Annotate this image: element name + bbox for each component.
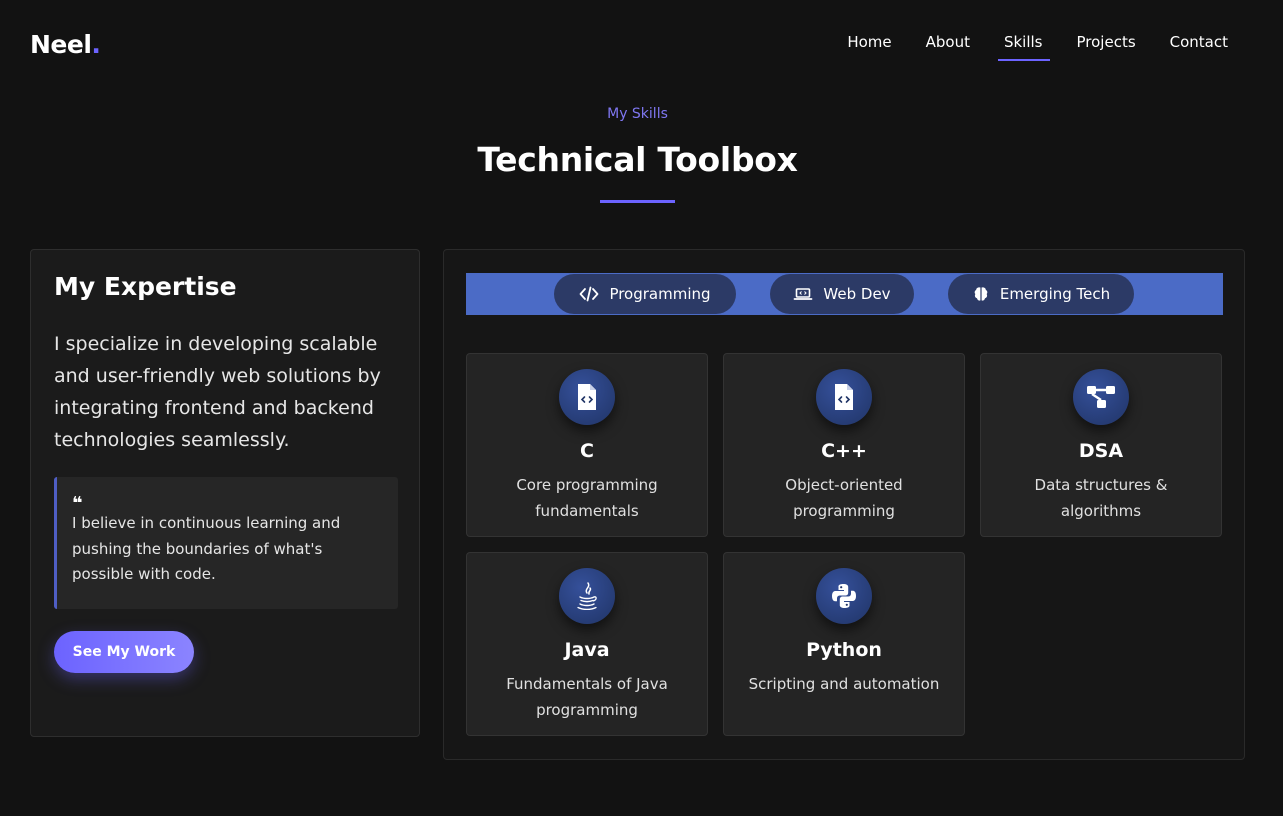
nav-skills[interactable]: Skills <box>998 33 1049 61</box>
skill-name: Java <box>564 639 610 661</box>
skill-description: Scripting and automation <box>748 675 940 693</box>
skill-card-python[interactable]: Python Scripting and automation <box>723 552 965 736</box>
tab-web-dev[interactable]: Web Dev <box>770 274 914 314</box>
skill-name: DSA <box>1078 440 1124 462</box>
brand-dot: . <box>91 30 101 59</box>
skills-tab-bar: Programming Web Dev Emerging Tech <box>466 273 1223 315</box>
expertise-card: My Expertise I specialize in developing … <box>30 249 420 737</box>
java-icon <box>559 568 615 624</box>
skill-card-cpp[interactable]: C++ Object-oriented programming <box>723 353 965 537</box>
section-eyebrow: My Skills <box>607 106 668 122</box>
nav-about[interactable]: About <box>926 33 970 59</box>
nav-home[interactable]: Home <box>847 33 891 59</box>
tab-programming[interactable]: Programming <box>554 274 736 314</box>
skill-name: Python <box>806 639 882 661</box>
nav-projects[interactable]: Projects <box>1077 33 1136 59</box>
brand-logo[interactable]: Neel. <box>30 30 101 59</box>
skill-card-dsa[interactable]: DSA Data structures & algorithms <box>980 353 1222 537</box>
skill-description: Data structures & algorithms <box>1034 476 1168 520</box>
nav-contact[interactable]: Contact <box>1170 33 1228 59</box>
brain-icon <box>972 285 990 303</box>
file-code-icon <box>559 369 615 425</box>
skill-description: Fundamentals of Java programming <box>506 675 668 719</box>
tab-emerging-tech[interactable]: Emerging Tech <box>948 274 1134 314</box>
section-title: Technical Toolbox <box>477 140 798 179</box>
sitemap-icon <box>1073 369 1129 425</box>
expertise-description: I specialize in developing scalable and … <box>54 333 381 451</box>
skill-description: Object-oriented programming <box>785 476 903 520</box>
tab-label: Emerging Tech <box>999 285 1111 303</box>
main-nav: Home About Skills Projects Contact <box>847 33 1228 61</box>
laptop-code-icon <box>793 286 813 302</box>
tab-label: Programming <box>609 285 711 303</box>
skill-card-c[interactable]: C Core programming fundamentals <box>466 353 708 537</box>
skills-panel: Programming Web Dev Emerging Tech C Core <box>443 249 1245 760</box>
brand-name: Neel <box>30 30 92 59</box>
title-underline <box>600 200 675 203</box>
skill-description: Core programming fundamentals <box>516 476 658 520</box>
skill-name: C <box>580 440 594 462</box>
code-icon <box>579 286 599 302</box>
python-icon <box>816 568 872 624</box>
quote-block: ❝ I believe in continuous learning and p… <box>54 477 398 609</box>
quote-text: I believe in continuous learning and pus… <box>72 514 341 583</box>
see-my-work-button[interactable]: See My Work <box>54 631 194 673</box>
file-code-icon <box>816 369 872 425</box>
expertise-title: My Expertise <box>54 272 237 301</box>
page: Neel. Home About Skills Projects Contact… <box>0 0 1283 816</box>
skill-card-java[interactable]: Java Fundamentals of Java programming <box>466 552 708 736</box>
tab-label: Web Dev <box>823 285 891 303</box>
skill-name: C++ <box>821 440 867 462</box>
quote-icon: ❝ <box>72 493 83 514</box>
